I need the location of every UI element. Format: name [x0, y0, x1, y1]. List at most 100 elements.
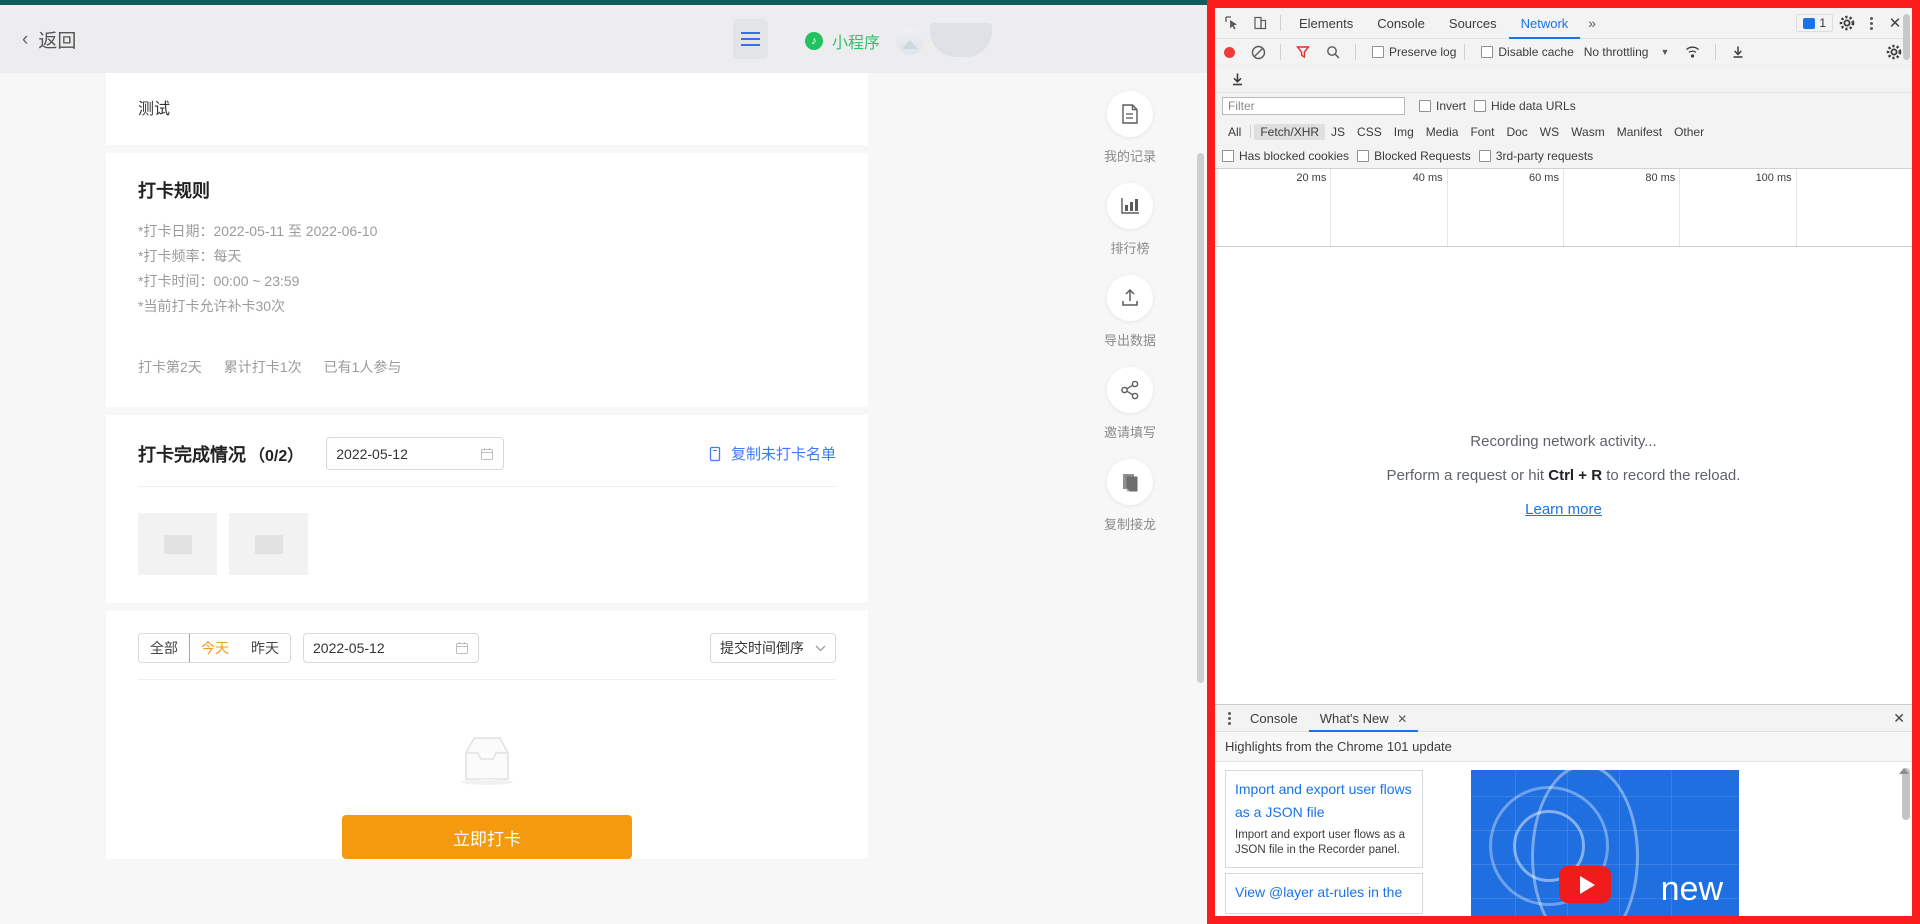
- type-filter-manifest[interactable]: Manifest: [1611, 124, 1668, 140]
- rail-item-export-data[interactable]: 导出数据: [1080, 275, 1180, 349]
- type-filter-fetch-xhr[interactable]: Fetch/XHR: [1254, 124, 1325, 140]
- drawer-tab-label: What's New: [1320, 711, 1389, 726]
- type-filter-img[interactable]: Img: [1388, 124, 1420, 140]
- content-column: 测试 打卡规则 *打卡日期：2022-05-11 至 2022-06-10 *打…: [106, 73, 868, 859]
- filter-input[interactable]: [1222, 97, 1405, 115]
- import-har-icon[interactable]: [1724, 39, 1752, 65]
- rail-item-copy-chain[interactable]: 复制接龙: [1080, 459, 1180, 533]
- type-filter-doc[interactable]: Doc: [1500, 124, 1533, 140]
- type-filter-css[interactable]: CSS: [1351, 124, 1388, 140]
- devtools-drawer: Console What's New ✕ ✕ Highlights from t…: [1215, 704, 1912, 916]
- timeline-tick: 60 ms: [1529, 172, 1559, 184]
- filter-icon[interactable]: [1289, 39, 1317, 65]
- whats-new-promo[interactable]: new: [1471, 770, 1739, 916]
- stat-total: 累计打卡1次: [224, 357, 302, 377]
- blocked-requests-checkbox[interactable]: Blocked Requests: [1357, 149, 1471, 163]
- tab-elements[interactable]: Elements: [1287, 8, 1365, 39]
- drawer-more-options-icon[interactable]: [1219, 705, 1239, 732]
- drawer-tabbar: Console What's New ✕ ✕: [1215, 705, 1912, 732]
- more-tabs-icon[interactable]: »: [1580, 15, 1604, 31]
- has-blocked-cookies-checkbox[interactable]: Has blocked cookies: [1222, 149, 1349, 163]
- settings-gear-icon[interactable]: [1835, 11, 1859, 35]
- timeline-tick: 40 ms: [1413, 172, 1443, 184]
- issues-badge[interactable]: 1: [1796, 14, 1833, 32]
- drawer-tab-whats-new[interactable]: What's New ✕: [1309, 705, 1419, 732]
- rail-item-invite[interactable]: 邀请填写: [1080, 367, 1180, 441]
- copy-unchecked-list-button[interactable]: 复制未打卡名单: [708, 443, 836, 464]
- type-filter-other[interactable]: Other: [1668, 124, 1710, 140]
- type-filter-ws[interactable]: WS: [1534, 124, 1565, 140]
- type-filter-all[interactable]: All: [1222, 124, 1247, 140]
- scroll-up-arrow-icon[interactable]: [1899, 768, 1909, 774]
- rail-item-my-records[interactable]: 我的记录: [1080, 91, 1180, 165]
- timeline-cell: 60 ms: [1448, 169, 1564, 246]
- whats-new-card[interactable]: View @layer at-rules in the: [1225, 873, 1423, 914]
- type-filter-wasm[interactable]: Wasm: [1565, 124, 1611, 140]
- network-scrollbar[interactable]: [1903, 14, 1910, 60]
- user-name-redacted: [930, 23, 992, 57]
- records-date-input[interactable]: 2022-05-12: [303, 633, 479, 663]
- avatar[interactable]: [896, 27, 924, 55]
- tab-sources[interactable]: Sources: [1437, 8, 1509, 39]
- type-filter-media[interactable]: Media: [1420, 124, 1465, 140]
- drawer-tab-console[interactable]: Console: [1239, 705, 1309, 732]
- activity-title-card: 测试: [106, 73, 868, 145]
- whats-new-card[interactable]: Import and export user flows as a JSON f…: [1225, 770, 1423, 868]
- checkbox-box: [1481, 46, 1493, 58]
- devtools-panel: Elements Console Sources Network » 1: [1207, 0, 1920, 924]
- filter-all[interactable]: 全部: [139, 634, 190, 662]
- learn-more-link[interactable]: Learn more: [1525, 501, 1602, 518]
- disable-cache-checkbox[interactable]: Disable cache: [1481, 45, 1573, 59]
- timeline-tick: 100 ms: [1756, 172, 1792, 184]
- participant-thumb[interactable]: [229, 513, 308, 575]
- type-filter-font[interactable]: Font: [1464, 124, 1500, 140]
- network-conditions-icon[interactable]: [1679, 39, 1707, 65]
- device-toolbar-icon[interactable]: [1246, 10, 1274, 36]
- check-in-button[interactable]: 立即打卡: [342, 815, 632, 859]
- chevron-down-icon[interactable]: ▼: [1660, 47, 1669, 57]
- whats-new-subtitle: Highlights from the Chrome 101 update: [1215, 732, 1912, 762]
- rail-item-leaderboard[interactable]: 排行榜: [1080, 183, 1180, 257]
- drawer-scrollbar[interactable]: [1902, 768, 1910, 820]
- share-icon: [1107, 367, 1153, 413]
- inspect-element-icon[interactable]: [1218, 10, 1246, 36]
- divider: [1280, 15, 1281, 31]
- day-filter-segmented[interactable]: 全部 今天 昨天: [138, 633, 291, 663]
- third-party-requests-checkbox[interactable]: 3rd-party requests: [1479, 149, 1593, 163]
- participant-thumb[interactable]: [138, 513, 217, 575]
- tab-console[interactable]: Console: [1365, 8, 1437, 39]
- type-filter-js[interactable]: JS: [1325, 124, 1351, 140]
- checkbox-box: [1222, 150, 1234, 162]
- throttling-select[interactable]: No throttling: [1584, 45, 1649, 59]
- preserve-log-checkbox[interactable]: Preserve log: [1372, 45, 1456, 59]
- document-icon: [1107, 91, 1153, 137]
- network-timeline[interactable]: 20 ms 40 ms 60 ms 80 ms 100 ms: [1215, 169, 1912, 247]
- completion-heading: 打卡完成情况: [138, 441, 246, 467]
- close-drawer-icon[interactable]: ✕: [1893, 710, 1905, 727]
- filter-yesterday[interactable]: 昨天: [240, 634, 290, 662]
- export-har-icon[interactable]: [1223, 66, 1251, 92]
- invert-checkbox[interactable]: Invert: [1419, 99, 1466, 113]
- youtube-play-icon[interactable]: [1559, 866, 1611, 903]
- completion-date-input[interactable]: 2022-05-12: [326, 437, 504, 470]
- mini-program-badge[interactable]: ♪ 小程序: [805, 29, 880, 53]
- clear-icon[interactable]: [1244, 39, 1272, 65]
- tab-network[interactable]: Network: [1509, 8, 1581, 39]
- rail-label: 复制接龙: [1104, 514, 1156, 533]
- page-scrollbar[interactable]: [1197, 153, 1204, 683]
- sort-select[interactable]: 提交时间倒序: [710, 633, 836, 663]
- more-options-icon[interactable]: [1861, 17, 1881, 30]
- resource-type-filters: All Fetch/XHR JS CSS Img Media Font Doc …: [1215, 119, 1912, 144]
- whats-new-card-title[interactable]: Import and export user flows as a JSON f…: [1235, 778, 1413, 824]
- hide-data-urls-checkbox[interactable]: Hide data URLs: [1474, 99, 1576, 113]
- checkbox-box: [1474, 100, 1486, 112]
- back-button[interactable]: ‹ 返回: [22, 26, 76, 53]
- whats-new-card-title[interactable]: View @layer at-rules in the: [1235, 881, 1413, 904]
- record-button[interactable]: [1224, 47, 1235, 58]
- filter-today[interactable]: 今天: [189, 633, 241, 663]
- search-icon[interactable]: [1319, 39, 1347, 65]
- close-icon[interactable]: ✕: [1397, 712, 1407, 726]
- filter-row: 全部 今天 昨天 2022-05-12: [138, 633, 836, 663]
- menu-button[interactable]: [733, 19, 768, 59]
- disable-cache-label: Disable cache: [1498, 45, 1573, 59]
